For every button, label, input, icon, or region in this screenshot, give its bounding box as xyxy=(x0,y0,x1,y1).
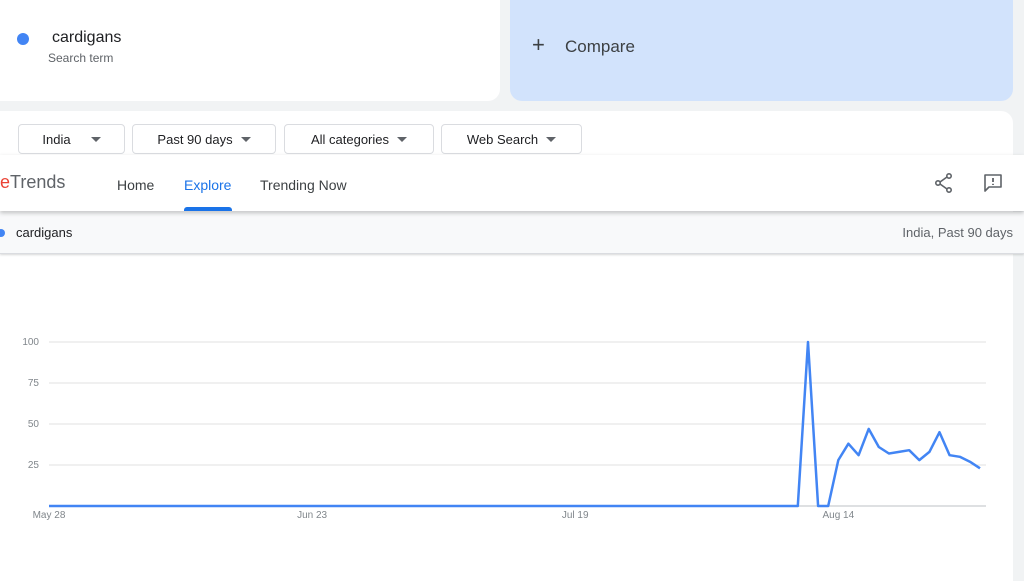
search-type-filter-label: Web Search xyxy=(466,131,539,147)
sticky-summary-bar: cardigans India, Past 90 days xyxy=(0,212,1024,254)
y-tick-label: 50 xyxy=(28,419,40,430)
feedback-icon[interactable] xyxy=(981,171,1005,195)
nav-explore[interactable]: Explore xyxy=(184,177,231,193)
search-type-filter[interactable]: Web Search xyxy=(441,124,582,154)
caret-down-icon xyxy=(90,136,101,142)
search-term-card[interactable]: cardigans Search term xyxy=(0,0,500,101)
caret-down-icon xyxy=(397,136,408,142)
category-filter[interactable]: All categories xyxy=(284,124,434,154)
term-color-dot xyxy=(17,33,29,45)
trends-logo[interactable]: eTrends xyxy=(0,172,65,193)
caret-down-icon xyxy=(546,136,557,142)
nav-home[interactable]: Home xyxy=(117,177,154,193)
time-range-filter-label: Past 90 days xyxy=(157,131,233,147)
x-tick-label: May 28 xyxy=(33,510,66,521)
caret-down-icon xyxy=(240,136,251,142)
search-term-subtitle: Search term xyxy=(48,51,114,65)
x-tick-label: Aug 14 xyxy=(822,510,854,521)
plus-icon: + xyxy=(532,32,545,57)
x-tick-label: Jul 19 xyxy=(562,510,589,521)
nav-active-indicator xyxy=(184,207,232,211)
time-range-filter[interactable]: Past 90 days xyxy=(132,124,276,154)
summary-meta: India, Past 90 days xyxy=(902,225,1013,240)
y-tick-label: 100 xyxy=(22,337,39,348)
compare-label: Compare xyxy=(565,37,635,56)
compare-button[interactable]: + Compare xyxy=(510,0,1013,101)
category-filter-label: All categories xyxy=(310,131,390,147)
region-filter[interactable]: India xyxy=(18,124,125,154)
x-tick-label: Jun 23 xyxy=(297,510,327,521)
search-term-name[interactable]: cardigans xyxy=(52,29,121,47)
top-app-bar: eTrends Home Explore Trending Now xyxy=(0,155,1024,211)
term-color-dot xyxy=(0,229,5,237)
y-tick-label: 75 xyxy=(28,378,40,389)
nav-trending-now[interactable]: Trending Now xyxy=(260,177,347,193)
region-filter-label: India xyxy=(42,131,71,147)
share-icon[interactable] xyxy=(932,171,956,195)
summary-term: cardigans xyxy=(16,225,73,240)
interest-over-time-chart[interactable]: 100 75 50 25 May 28 Jun 23 Jul 19 Aug 14 xyxy=(0,320,1024,530)
y-tick-label: 25 xyxy=(28,460,40,471)
